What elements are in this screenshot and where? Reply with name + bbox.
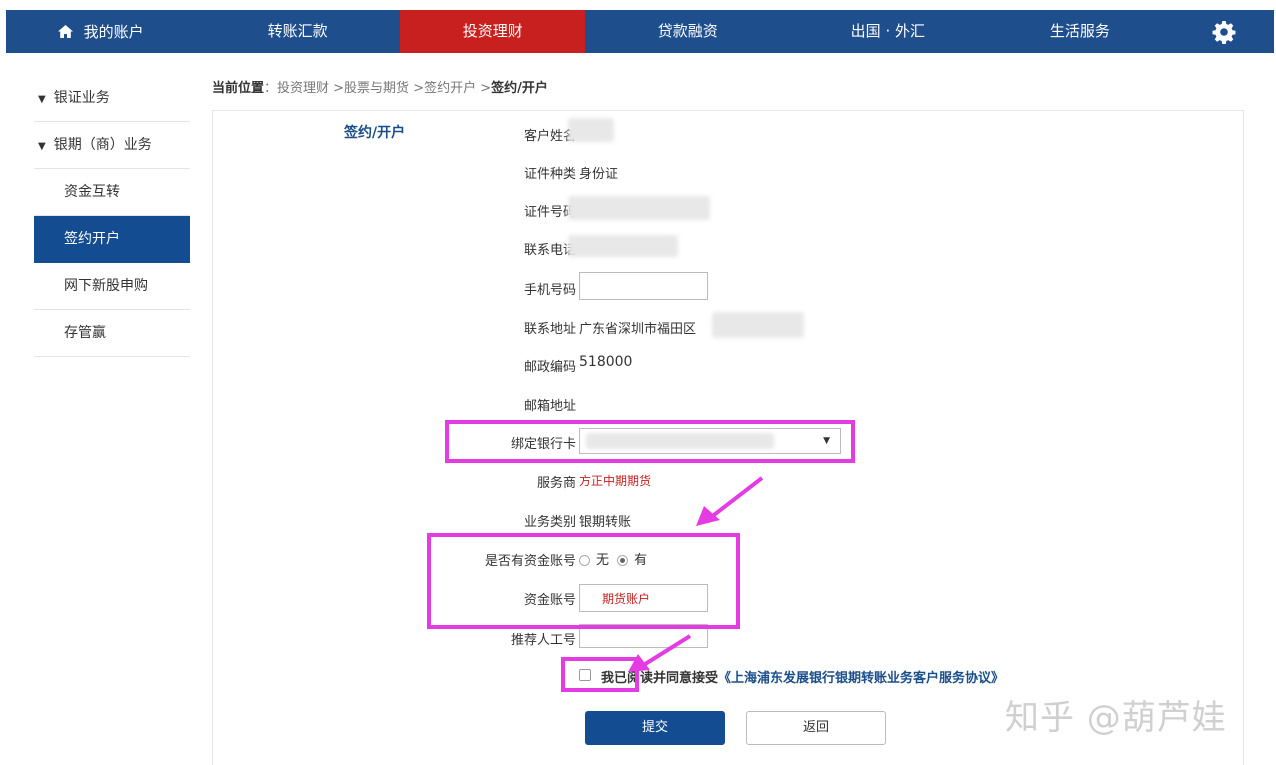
nav-life-services[interactable]: 生活服务 [985,10,1174,53]
home-icon [57,22,78,41]
nav-investment[interactable]: 投资理财 [400,10,586,53]
address-value: 广东省深圳市福田区 [579,322,697,337]
email-label: 邮箱地址 [523,399,576,414]
watermark: 知乎 @葫芦娃 [1005,698,1227,738]
provider-label: 服务商 [536,476,576,491]
chevron-down-icon: ▼ [38,141,46,152]
nav-forex[interactable]: 出国 · 外汇 [790,10,985,53]
phone-label: 联系电话 [523,243,576,258]
id-type-label: 证件种类 [523,167,576,182]
biz-type-label: 业务类别 [523,515,576,530]
redacted-phone [568,235,678,257]
address-label: 联系地址 [523,322,576,337]
annotation-arrow-icon [628,634,692,672]
breadcrumb-current: 签约/开户 [491,81,548,96]
sidebar-item-ipo-subscription[interactable]: 网下新股申购 [34,263,190,310]
mobile-label: 手机号码 [523,283,576,298]
redacted-customer-name [568,118,614,142]
breadcrumb-path[interactable]: 投资理财 >股票与期货 >签约开户 > [277,81,491,96]
settings-button[interactable] [1174,10,1274,53]
agreement-link[interactable]: 《上海浦东发展银行银期转账业务客户服务协议》 [718,671,1004,686]
breadcrumb: 当前位置：投资理财 >股票与期货 >签约开户 >签约/开户 [212,81,548,96]
customer-name-label: 客户姓名 [523,129,576,144]
referrer-label: 推荐人工号 [510,633,576,648]
sidebar-item-sign-open[interactable]: 签约开户 [34,216,190,263]
postcode-value: 518000 [579,354,633,370]
highlight-bank-card [445,420,855,463]
highlight-fund-account [427,533,740,629]
chevron-down-icon: ▼ [38,94,46,105]
gear-icon [1212,20,1236,44]
redacted-address [712,312,804,338]
back-button[interactable]: 返回 [746,711,886,745]
form-heading: 签约/开户 [344,125,406,141]
postcode-label: 邮政编码 [523,360,576,375]
mobile-input[interactable] [579,272,708,300]
nav-loans[interactable]: 贷款融资 [585,10,790,53]
sidebar-group-futures[interactable]: ▼ 银期（商）业务 [34,122,190,169]
id-type-value: 身份证 [579,167,619,182]
biz-type-value: 银期转账 [579,515,632,530]
top-nav: 我的账户 转账汇款 投资理财 贷款融资 出国 · 外汇 生活服务 [6,10,1274,53]
provider-value: 方正中期期货 [579,474,652,488]
redacted-id-number [568,196,710,220]
sidebar: ▼ 银证业务 ▼ 银期（商）业务 资金互转 签约开户 网下新股申购 存管赢 [34,75,190,357]
submit-button[interactable]: 提交 [585,711,725,745]
nav-transfer[interactable]: 转账汇款 [195,10,400,53]
sidebar-item-fund-transfer[interactable]: 资金互转 [34,169,190,216]
sidebar-item-custody[interactable]: 存管赢 [34,310,190,357]
id-number-label: 证件号码 [523,205,576,220]
nav-my-account[interactable]: 我的账户 [6,10,195,53]
sidebar-group-securities[interactable]: ▼ 银证业务 [34,75,190,122]
annotation-arrow-icon [696,476,764,526]
